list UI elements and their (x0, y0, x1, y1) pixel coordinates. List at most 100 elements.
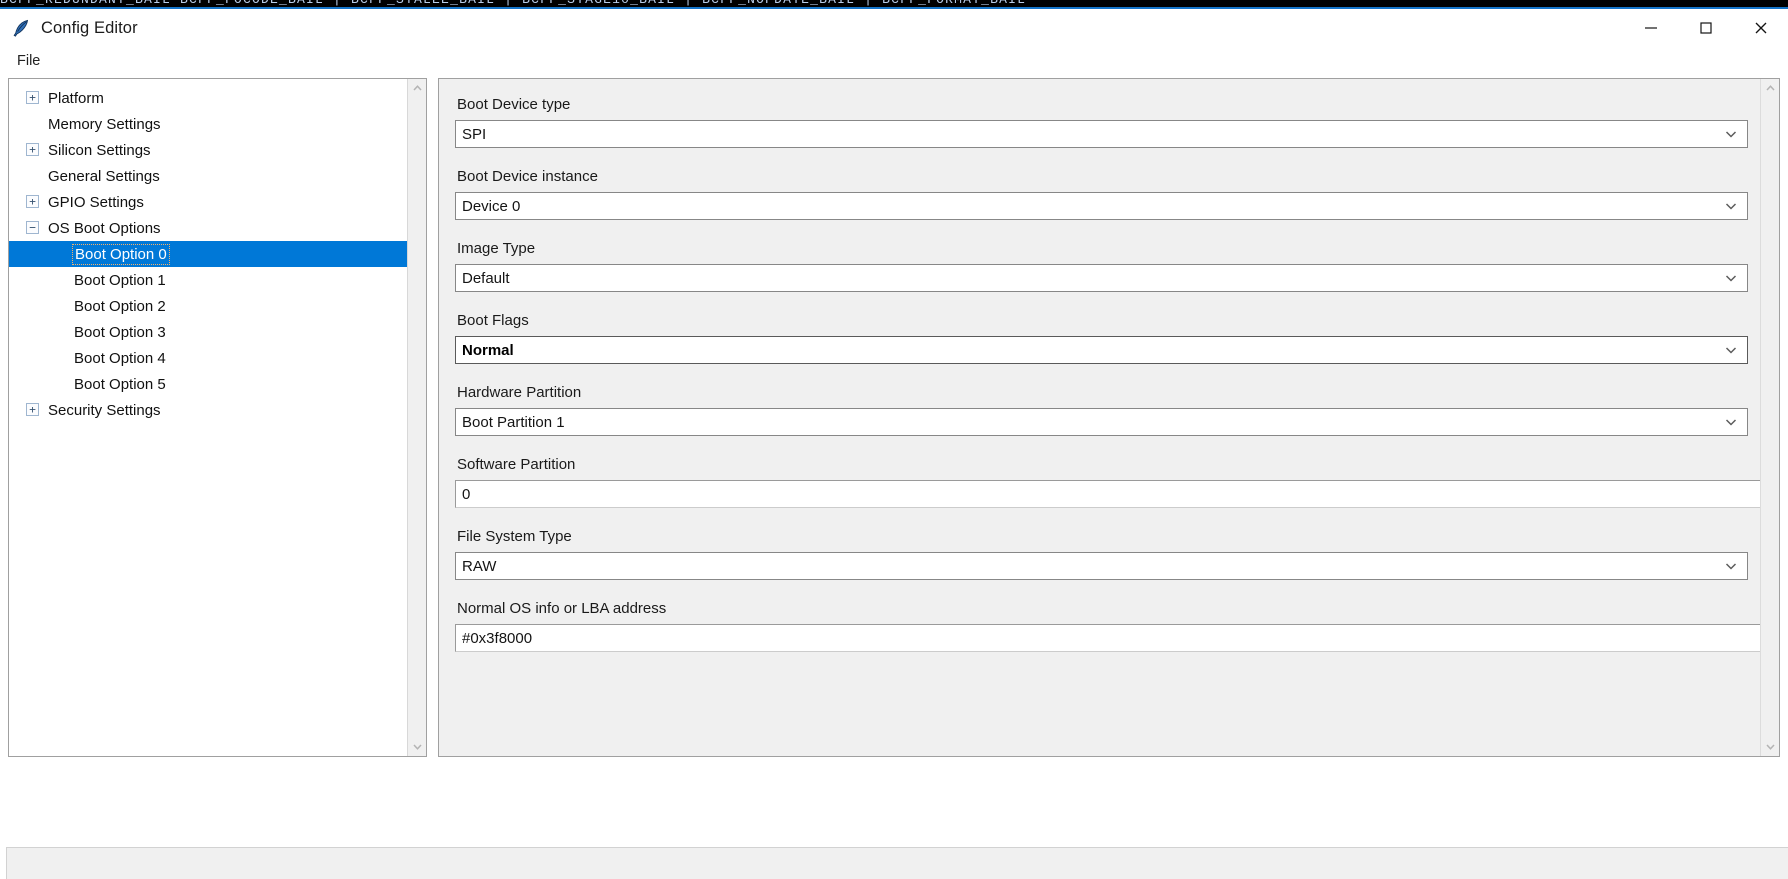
chevron-down-icon[interactable] (1724, 265, 1738, 291)
field-spacer (439, 436, 1760, 449)
combo-wrapper: SPI (455, 120, 1748, 148)
form-field-hardware-partition: Hardware Partition Boot Partition 1 (439, 377, 1760, 449)
background-window-text: BCFF_REDUNDANT_BAIL BCFF_FOCODE_BAIL | B… (0, 0, 1788, 7)
form-vertical-scrollbar[interactable] (1760, 79, 1779, 756)
tree-vertical-scrollbar[interactable] (407, 79, 426, 756)
tree-expand-icon[interactable]: + (26, 91, 39, 104)
field-label: Boot Device type (457, 96, 571, 113)
tree-item-label: Security Settings (48, 401, 161, 419)
field-spacer (439, 580, 1760, 593)
config-editor-window: Config Editor File + Platform Memory Setti… (0, 9, 1788, 879)
combo-wrapper: Boot Partition 1 (455, 408, 1748, 436)
statusbar (6, 847, 1788, 879)
field-spacer (439, 508, 1760, 521)
field-label: Boot Flags (457, 312, 529, 329)
combobox[interactable]: RAW (455, 552, 1748, 580)
tree-item-boot-option-1[interactable]: Boot Option 1 (9, 267, 407, 293)
form-field-image-type: Image Type Default (439, 233, 1760, 305)
tree-item-label: Platform (48, 89, 104, 107)
tree-item-label: General Settings (48, 167, 160, 185)
tree-item-label: Silicon Settings (48, 141, 151, 159)
settings-tree[interactable]: + Platform Memory Settings + Silicon Setting… (9, 79, 407, 756)
combobox-value: Normal (462, 341, 514, 359)
tree-item-silicon-settings[interactable]: + Silicon Settings (9, 137, 407, 163)
text-input-value: 0 (462, 485, 471, 503)
tree-item-label: Boot Option 3 (74, 323, 166, 341)
tree-item-os-boot-options[interactable]: − OS Boot Options (9, 215, 407, 241)
combobox-value: RAW (462, 557, 497, 575)
tree-item-gpio-settings[interactable]: + GPIO Settings (9, 189, 407, 215)
text-input[interactable]: 0 (455, 480, 1760, 508)
tree-item-platform[interactable]: + Platform (9, 85, 407, 111)
menu-item-file[interactable]: File (11, 51, 46, 71)
window-title: Config Editor (41, 18, 138, 37)
field-label: File System Type (457, 528, 572, 545)
chevron-down-icon[interactable] (1724, 121, 1738, 147)
field-spacer (439, 148, 1760, 161)
tree-item-label: Memory Settings (48, 115, 161, 133)
tree-expand-icon[interactable]: + (26, 403, 39, 416)
field-label: Image Type (457, 240, 536, 257)
tree-item-memory-settings[interactable]: Memory Settings (9, 111, 407, 137)
combobox[interactable]: Normal (455, 336, 1748, 364)
chevron-down-icon[interactable] (1724, 553, 1738, 579)
text-input[interactable]: #0x3f8000 (455, 624, 1760, 652)
tree-item-boot-option-4[interactable]: Boot Option 4 (9, 345, 407, 371)
main-body: + Platform Memory Settings + Silicon Setting… (0, 74, 1788, 841)
maximize-button[interactable] (1678, 9, 1733, 47)
combo-wrapper: Device 0 (455, 192, 1748, 220)
background-window-sliver: BCFF_REDUNDANT_BAIL BCFF_FOCODE_BAIL | B… (0, 0, 1788, 9)
tree-scroll-down-icon[interactable] (408, 737, 426, 756)
combobox[interactable]: SPI (455, 120, 1748, 148)
tree-item-label: Boot Option 5 (74, 375, 166, 393)
field-spacer (439, 220, 1760, 233)
form-field-boot-device-type: Boot Device type SPI (439, 89, 1760, 161)
settings-tree-panel: + Platform Memory Settings + Silicon Setting… (8, 78, 427, 757)
tree-item-security-settings[interactable]: + Security Settings (9, 397, 407, 423)
menubar: File (0, 47, 1788, 74)
titlebar: Config Editor (0, 9, 1788, 47)
tree-item-boot-option-0[interactable]: Boot Option 0 (9, 241, 407, 267)
form-field-file-system-type: File System Type RAW (439, 521, 1760, 593)
combobox[interactable]: Device 0 (455, 192, 1748, 220)
combobox[interactable]: Default (455, 264, 1748, 292)
form-scroll-up-icon[interactable] (1761, 79, 1779, 98)
chevron-down-icon[interactable] (1724, 409, 1738, 435)
tree-item-general-settings[interactable]: General Settings (9, 163, 407, 189)
feather-icon (10, 17, 32, 39)
tree-item-label: OS Boot Options (48, 219, 161, 237)
tree-scroll-up-icon[interactable] (408, 79, 426, 98)
tree-item-boot-option-5[interactable]: Boot Option 5 (9, 371, 407, 397)
field-spacer (439, 292, 1760, 305)
tree-item-label: Boot Option 0 (72, 243, 170, 265)
tree-item-label: Boot Option 2 (74, 297, 166, 315)
chevron-down-icon[interactable] (1724, 193, 1738, 219)
field-label: Boot Device instance (457, 168, 598, 185)
combo-wrapper: Default (455, 264, 1748, 292)
tree-item-boot-option-2[interactable]: Boot Option 2 (9, 293, 407, 319)
combobox-value: Boot Partition 1 (462, 413, 565, 431)
form-field-software-partition: Software Partition 0 (439, 449, 1760, 521)
chevron-down-icon[interactable] (1724, 337, 1738, 363)
form-field-boot-device-instance: Boot Device instance Device 0 (439, 161, 1760, 233)
tree-expand-icon[interactable]: + (26, 195, 39, 208)
combobox-value: Default (462, 269, 510, 287)
tree-collapse-icon[interactable]: − (26, 221, 39, 234)
form-scroll-down-icon[interactable] (1761, 737, 1779, 756)
tree-item-label: Boot Option 4 (74, 349, 166, 367)
window-controls (1623, 9, 1788, 47)
form-field-normal-os-info-or-lba-address: Normal OS info or LBA address #0x3f8000 (439, 593, 1760, 665)
field-label: Software Partition (457, 456, 576, 473)
form-field-boot-flags: Boot Flags Normal (439, 305, 1760, 377)
minimize-button[interactable] (1623, 9, 1678, 47)
tree-expand-icon[interactable]: + (26, 143, 39, 156)
text-input-value: #0x3f8000 (462, 629, 533, 647)
tree-item-boot-option-3[interactable]: Boot Option 3 (9, 319, 407, 345)
tree-item-label: GPIO Settings (48, 193, 144, 211)
close-button[interactable] (1733, 9, 1788, 47)
tree-item-label: Boot Option 1 (74, 271, 166, 289)
combo-wrapper: RAW (455, 552, 1748, 580)
combobox-value: Device 0 (462, 197, 521, 215)
combobox[interactable]: Boot Partition 1 (455, 408, 1748, 436)
field-spacer (439, 364, 1760, 377)
